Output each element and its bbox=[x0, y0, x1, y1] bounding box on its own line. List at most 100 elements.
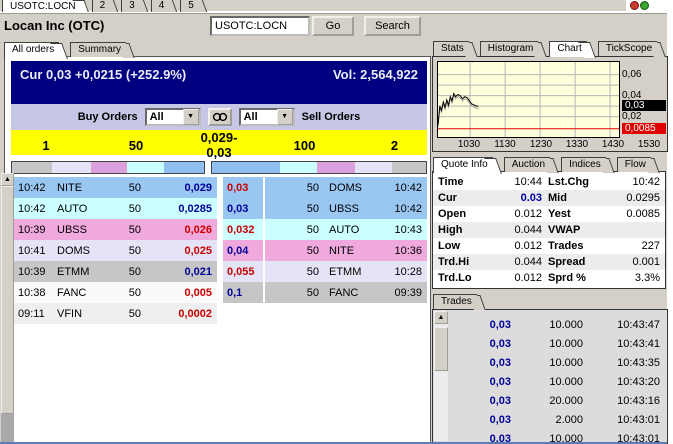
symbol-tab[interactable]: 3 bbox=[121, 0, 140, 12]
ask-price: 0,1 bbox=[223, 282, 263, 303]
disconnect-dot-icon[interactable] bbox=[630, 1, 639, 10]
scroll-up-icon[interactable]: ▲ bbox=[1, 173, 14, 186]
ask-row[interactable]: 0,03 50 UBSS 10:42 bbox=[223, 198, 427, 219]
trade-row[interactable]: 0,03 2.000 10:43:01 bbox=[451, 410, 667, 429]
trade-row[interactable]: 0,03 10.000 10:43:20 bbox=[451, 372, 667, 391]
quote-row: Trd.Lo 0.012 Sprd % 3.3% bbox=[433, 270, 665, 286]
bid-row[interactable]: 09:11 VFIN 50 0,0002 bbox=[13, 303, 217, 324]
level2-panel: Cur 0,03 +0,0215 (+252.9%) Vol: 2,564,92… bbox=[4, 56, 431, 444]
scrollbar-thumb[interactable] bbox=[434, 327, 448, 371]
quote-tab[interactable]: Auction bbox=[504, 157, 550, 172]
quote-tab[interactable]: Flow bbox=[617, 157, 651, 172]
scrollbar-thumb[interactable] bbox=[1, 186, 14, 414]
quote-value: 0.012 bbox=[490, 240, 548, 252]
trade-price: 0,03 bbox=[451, 357, 511, 369]
quote-tab[interactable]: Quote Info bbox=[433, 157, 493, 173]
symbol-tab[interactable]: 2 bbox=[92, 0, 111, 12]
trade-price: 0,03 bbox=[451, 414, 511, 426]
ask-price: 0,032 bbox=[223, 219, 263, 240]
quote-value: 0.03 bbox=[490, 192, 548, 204]
scroll-up-icon[interactable]: ▲ bbox=[434, 311, 448, 324]
orders-tab[interactable]: All orders bbox=[4, 42, 59, 58]
symbol-tab[interactable]: 5 bbox=[180, 0, 199, 12]
ask-market-maker: UBSS bbox=[329, 203, 381, 215]
header-bar: Locan Inc (OTC) Go Search bbox=[0, 13, 667, 40]
trades-scrollbar[interactable]: ▲ bbox=[434, 311, 448, 441]
buy-filter-dropdown[interactable]: All ▼ bbox=[145, 108, 201, 126]
ask-row[interactable]: 0,04 50 NITE 10:36 bbox=[223, 240, 427, 261]
bid-row[interactable]: 10:39 UBSS 50 0,026 bbox=[13, 219, 217, 240]
trade-size: 10.000 bbox=[511, 319, 583, 331]
price-chart-svg bbox=[438, 62, 619, 137]
ask-market-maker: DOMS bbox=[329, 182, 381, 194]
bid-row[interactable]: 10:38 FANC 50 0,005 bbox=[13, 282, 217, 303]
bid-row[interactable]: 10:39 ETMM 50 0,021 bbox=[13, 261, 217, 282]
trade-size: 10.000 bbox=[511, 376, 583, 388]
ask-price: 0,03 bbox=[223, 177, 263, 198]
instrument-title: Locan Inc (OTC) bbox=[4, 18, 104, 33]
quote-label: Cur bbox=[438, 192, 490, 204]
current-price-badge: 0,03 bbox=[622, 100, 666, 111]
quote-label: Yest bbox=[548, 208, 608, 220]
quote-value: 0.044 bbox=[490, 224, 548, 236]
quote-tab[interactable]: Indices bbox=[561, 157, 606, 172]
trade-row[interactable]: 0,03 20.000 10:43:16 bbox=[451, 391, 667, 410]
bid-row[interactable]: 10:42 AUTO 50 0,0285 bbox=[13, 198, 217, 219]
ask-size: 50 bbox=[265, 182, 329, 194]
quote-row: High 0.044 VWAP bbox=[433, 222, 665, 238]
ask-size: 50 bbox=[265, 224, 329, 236]
search-button[interactable]: Search bbox=[364, 16, 421, 36]
orders-tab[interactable]: Summary bbox=[70, 42, 126, 57]
sell-filter-dropdown[interactable]: All ▼ bbox=[239, 108, 295, 126]
ask-row[interactable]: 0,055 50 ETMM 10:28 bbox=[223, 261, 427, 282]
chevron-down-icon[interactable]: ▼ bbox=[277, 109, 293, 125]
ask-size: 50 bbox=[265, 245, 329, 257]
ask-time: 10:28 bbox=[381, 266, 427, 278]
bid-time: 10:42 bbox=[13, 182, 57, 194]
symbol-tab[interactable]: 4 bbox=[151, 0, 170, 12]
x-axis-tick: 1230 bbox=[523, 139, 559, 150]
analysis-tab[interactable]: Stats bbox=[433, 41, 469, 56]
ask-row[interactable]: 0,03 50 DOMS 10:42 bbox=[223, 177, 427, 198]
trade-time: 10:43:41 bbox=[583, 338, 667, 350]
book-scrollbar[interactable]: ▲ bbox=[1, 173, 14, 442]
analysis-tab[interactable]: Chart bbox=[549, 41, 586, 57]
bid-price: 0,0285 bbox=[155, 203, 217, 215]
quote-value: 0.0295 bbox=[608, 192, 660, 204]
bid-row[interactable]: 10:42 NITE 50 0,029 bbox=[13, 177, 217, 198]
ask-price: 0,055 bbox=[223, 261, 263, 282]
ask-market-maker: ETMM bbox=[329, 266, 381, 278]
trade-row[interactable]: 0,03 10.000 10:43:41 bbox=[451, 334, 667, 353]
go-button[interactable]: Go bbox=[312, 16, 354, 36]
trades-tab[interactable]: Trades bbox=[433, 294, 477, 309]
quote-info-panel: Time 10:44 Lst.Chg 10:42 Cur 0.03 Mid 0.… bbox=[432, 171, 666, 289]
bid-market-maker: AUTO bbox=[57, 203, 119, 215]
ask-row-body: 50 DOMS 10:42 bbox=[265, 177, 427, 198]
buy-filter-value: All bbox=[147, 111, 183, 123]
chain-link-icon bbox=[212, 112, 228, 122]
depth-segment bbox=[12, 162, 52, 173]
symbol-tab[interactable]: USOTC:LOCN bbox=[2, 0, 81, 12]
connect-dot-icon[interactable] bbox=[640, 1, 649, 10]
analysis-tab[interactable]: TickScope bbox=[598, 41, 657, 56]
chevron-down-icon[interactable]: ▼ bbox=[183, 109, 199, 125]
bid-time: 10:42 bbox=[13, 203, 57, 215]
trade-size: 10.000 bbox=[511, 357, 583, 369]
bid-price: 0,0002 bbox=[155, 308, 217, 320]
trade-row[interactable]: 0,03 10.000 10:43:35 bbox=[451, 353, 667, 372]
bid-column: 10:42 NITE 50 0,029 10:42 AUTO 50 0,0285… bbox=[13, 177, 217, 324]
quote-row: Low 0.012 Trades 227 bbox=[433, 238, 665, 254]
bid-time: 10:39 bbox=[13, 224, 57, 236]
bid-row[interactable]: 10:41 DOMS 50 0,025 bbox=[13, 240, 217, 261]
price-chart-plot bbox=[437, 61, 620, 138]
bid-depth-bar bbox=[11, 161, 205, 174]
trade-row[interactable]: 0,03 10.000 10:43:47 bbox=[451, 315, 667, 334]
depth-segment bbox=[52, 162, 90, 173]
ask-row[interactable]: 0,1 50 FANC 09:39 bbox=[223, 282, 427, 303]
symbol-input[interactable] bbox=[210, 16, 310, 36]
link-buy-sell-button[interactable] bbox=[208, 108, 232, 126]
quote-label: Trades bbox=[548, 240, 608, 252]
ask-row[interactable]: 0,032 50 AUTO 10:43 bbox=[223, 219, 427, 240]
depth-bars bbox=[11, 161, 427, 174]
analysis-tab[interactable]: Histogram bbox=[480, 41, 539, 56]
